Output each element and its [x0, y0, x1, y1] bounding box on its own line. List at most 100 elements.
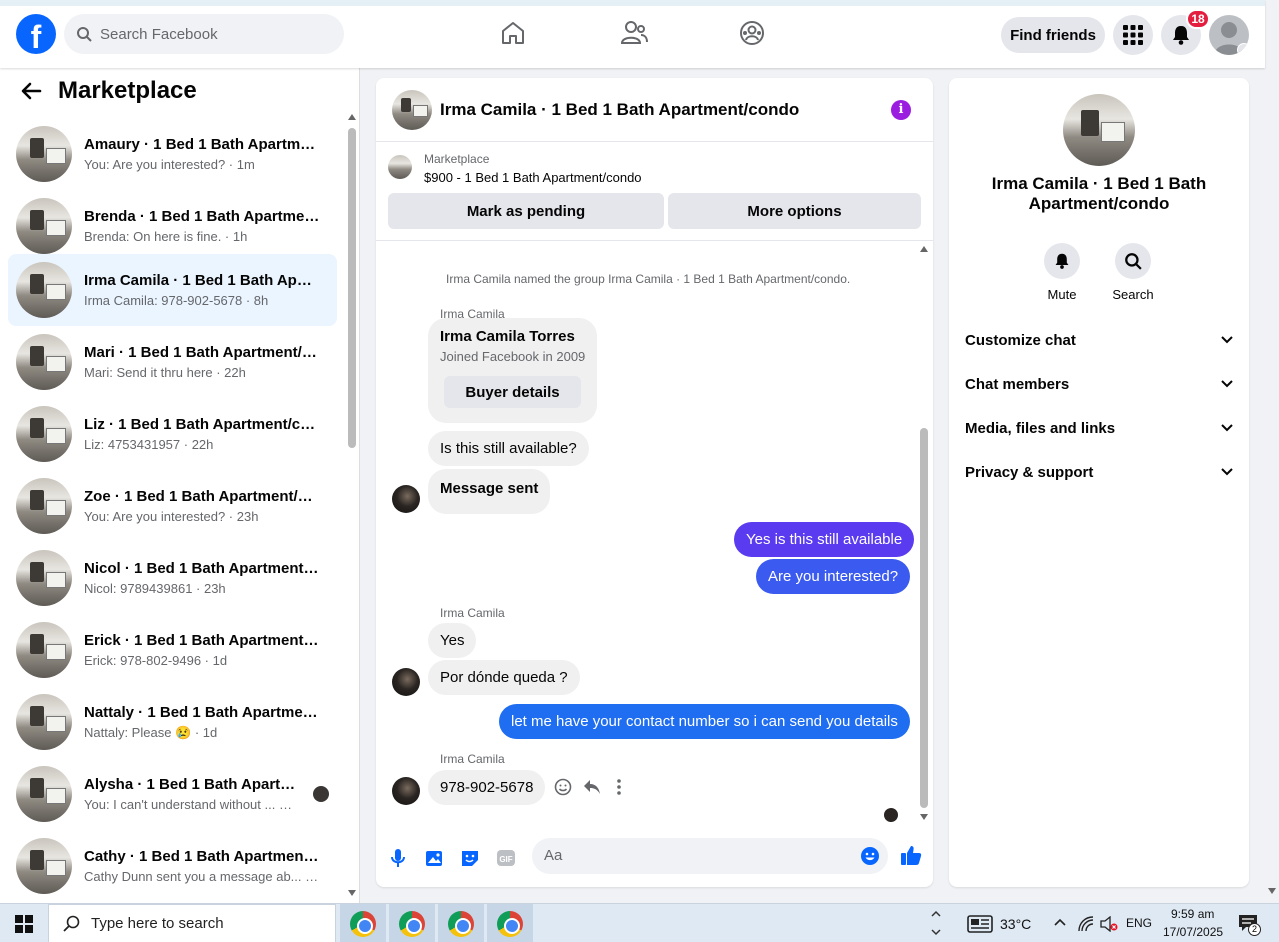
chevron-up-icon[interactable] — [931, 908, 941, 938]
message-bubble-outgoing[interactable]: let me have your contact number so i can… — [499, 704, 910, 739]
volume-muted-icon[interactable] — [1100, 916, 1118, 932]
clock-time[interactable]: 9:59 am — [1171, 907, 1214, 921]
chat-scrollbar[interactable] — [917, 242, 931, 822]
chrome-window-4[interactable] — [487, 904, 533, 942]
chat-title[interactable]: Irma Camila · 1 Bed 1 Bath Apartment/con… — [440, 100, 799, 120]
listing-thumbnail — [16, 126, 72, 182]
menu-button[interactable] — [1113, 15, 1153, 55]
listing-price-title[interactable]: $900 - 1 Bed 1 Bath Apartment/condo — [424, 170, 642, 185]
input-language[interactable]: ENG — [1126, 916, 1152, 930]
message-bubble-incoming[interactable]: Is this still available? — [428, 431, 589, 466]
privacy-support-row[interactable]: Privacy & support — [965, 460, 1233, 484]
seen-avatar — [884, 808, 898, 822]
conversation-item-erick[interactable]: Erick · 1 Bed 1 Bath Apartment/c... Erick… — [8, 614, 337, 686]
conversation-item-liz[interactable]: Liz · 1 Bed 1 Bath Apartment/con... Liz: … — [8, 398, 337, 470]
conversation-list-panel: Marketplace Amaury · 1 Bed 1 Bath Apartm… — [0, 68, 360, 903]
chrome-window-2[interactable] — [389, 904, 435, 942]
temperature[interactable]: 33°C — [1000, 916, 1031, 932]
sender-avatar[interactable] — [392, 777, 420, 805]
scrollbar-thumb[interactable] — [348, 128, 356, 448]
photo-icon[interactable] — [425, 848, 445, 868]
facebook-logo[interactable]: f — [16, 14, 56, 54]
more-options-icon[interactable] — [617, 779, 621, 795]
friends-icon[interactable] — [620, 20, 648, 46]
sender-name: Irma Camila — [440, 752, 505, 766]
windows-start-icon[interactable] — [15, 915, 33, 933]
wifi-icon[interactable] — [1078, 916, 1094, 932]
mute-button[interactable]: Mute — [1032, 243, 1092, 302]
reply-arrow-icon[interactable] — [583, 779, 601, 795]
chat-avatar[interactable] — [392, 89, 432, 130]
page-scrollbar[interactable] — [1265, 0, 1279, 903]
conversation-item-alysha[interactable]: Alysha · 1 Bed 1 Bath Apartme... You: I c… — [8, 758, 337, 830]
conversation-preview: Irma Camila: 978-902-5678 · 8h — [84, 293, 269, 308]
row-label: Customize chat — [965, 331, 1076, 349]
chevron-up-icon[interactable] — [1054, 918, 1066, 926]
customize-chat-row[interactable]: Customize chat — [965, 328, 1233, 352]
scroll-down-arrow-icon[interactable] — [1268, 888, 1276, 894]
message-input[interactable]: Aa — [532, 838, 888, 874]
scroll-down-arrow-icon[interactable] — [920, 814, 928, 820]
microphone-icon[interactable] — [391, 848, 405, 868]
message-bubble-incoming[interactable]: 978-902-5678 — [428, 770, 546, 805]
conversation-preview: You: Are you interested? · 23h — [84, 509, 259, 524]
search-label: Search — [1112, 287, 1154, 302]
conversation-preview: You: I can't understand without ... · 1d — [84, 797, 296, 812]
message-bubble-outgoing[interactable]: Are you interested? — [756, 559, 911, 594]
conversation-item-irma-camila[interactable]: Irma Camila · 1 Bed 1 Bath Apart... Irma … — [8, 254, 337, 326]
conversation-item-zoe[interactable]: Zoe · 1 Bed 1 Bath Apartment/co... You: A… — [8, 470, 337, 542]
system-message: Irma Camila named the group Irma Camila … — [446, 272, 851, 286]
weather-news-icon[interactable] — [967, 915, 993, 933]
search-conversation-button[interactable]: Search — [1103, 243, 1163, 302]
buyer-name: Irma Camila Torres — [440, 328, 575, 345]
emoji-icon[interactable] — [860, 846, 880, 866]
media-files-links-row[interactable]: Media, files and links — [965, 416, 1233, 440]
sender-avatar[interactable] — [392, 485, 420, 513]
taskbar-search-input[interactable]: Type here to search — [48, 904, 336, 942]
message-bubble-incoming[interactable]: Por dónde queda ? — [428, 660, 580, 695]
buyer-details-button[interactable]: Buyer details — [444, 376, 581, 408]
scroll-up-arrow-icon[interactable] — [920, 246, 928, 252]
message-bubble-incoming[interactable]: Yes — [428, 623, 477, 658]
scroll-down-arrow-icon[interactable] — [348, 890, 356, 896]
conversation-item-brenda[interactable]: Brenda · 1 Bed 1 Bath Apartment... Brenda… — [8, 190, 337, 262]
message-bubble-outgoing[interactable]: Yes is this still available — [734, 522, 915, 557]
listing-thumbnail-small[interactable] — [388, 155, 412, 179]
message-bubble-incoming[interactable]: Message sent — [428, 469, 551, 514]
clock-date[interactable]: 17/07/2025 — [1163, 925, 1223, 939]
conversation-item-nattaly[interactable]: Nattaly · 1 Bed 1 Bath Apartment... Natta… — [8, 686, 337, 758]
thumbs-up-icon[interactable] — [900, 844, 922, 866]
message-composer: GIF Aa — [376, 834, 933, 882]
conversation-item-cathy[interactable]: Cathy · 1 Bed 1 Bath Apartment/... Cathy … — [8, 830, 337, 902]
react-emoji-icon[interactable] — [554, 778, 572, 796]
back-arrow-icon[interactable] — [20, 81, 42, 101]
taskbar-search-placeholder: Type here to search — [91, 915, 224, 932]
gif-icon[interactable]: GIF — [496, 848, 516, 868]
marketplace-header: Marketplace — [20, 76, 197, 106]
conversation-preview: Mari: Send it thru here · 22h — [84, 365, 246, 380]
listing-thumbnail — [16, 198, 72, 254]
info-icon[interactable]: i — [891, 100, 911, 120]
chrome-window-1[interactable] — [340, 904, 386, 942]
scroll-up-arrow-icon[interactable] — [348, 114, 356, 120]
account-avatar[interactable] — [1209, 15, 1249, 55]
home-icon[interactable] — [500, 20, 526, 46]
conversation-item-nicol[interactable]: Nicol · 1 Bed 1 Bath Apartment/c... Nicol… — [8, 542, 337, 614]
more-options-button[interactable]: More options — [668, 193, 921, 229]
conversation-name: Mari · 1 Bed 1 Bath Apartment/c... — [84, 344, 320, 361]
group-avatar[interactable] — [1063, 94, 1135, 166]
chrome-window-3[interactable] — [438, 904, 484, 942]
sender-avatar[interactable] — [392, 668, 420, 696]
sticker-icon[interactable] — [460, 848, 480, 868]
row-label: Chat members — [965, 375, 1070, 393]
chat-members-row[interactable]: Chat members — [965, 372, 1233, 396]
find-friends-button[interactable]: Find friends — [1001, 17, 1105, 53]
conversation-item-mari[interactable]: Mari · 1 Bed 1 Bath Apartment/c... Mari: … — [8, 326, 337, 398]
conversation-list-scrollbar[interactable] — [347, 112, 357, 903]
marketplace-listing-bar: Marketplace $900 - 1 Bed 1 Bath Apartmen… — [376, 143, 933, 241]
mark-as-pending-button[interactable]: Mark as pending — [388, 193, 664, 229]
groups-icon[interactable] — [739, 20, 765, 46]
conversation-item-amaury[interactable]: Amaury · 1 Bed 1 Bath Apartmen... You: Ar… — [8, 118, 337, 190]
search-input[interactable]: Search Facebook — [64, 14, 344, 54]
scrollbar-thumb[interactable] — [920, 428, 928, 808]
